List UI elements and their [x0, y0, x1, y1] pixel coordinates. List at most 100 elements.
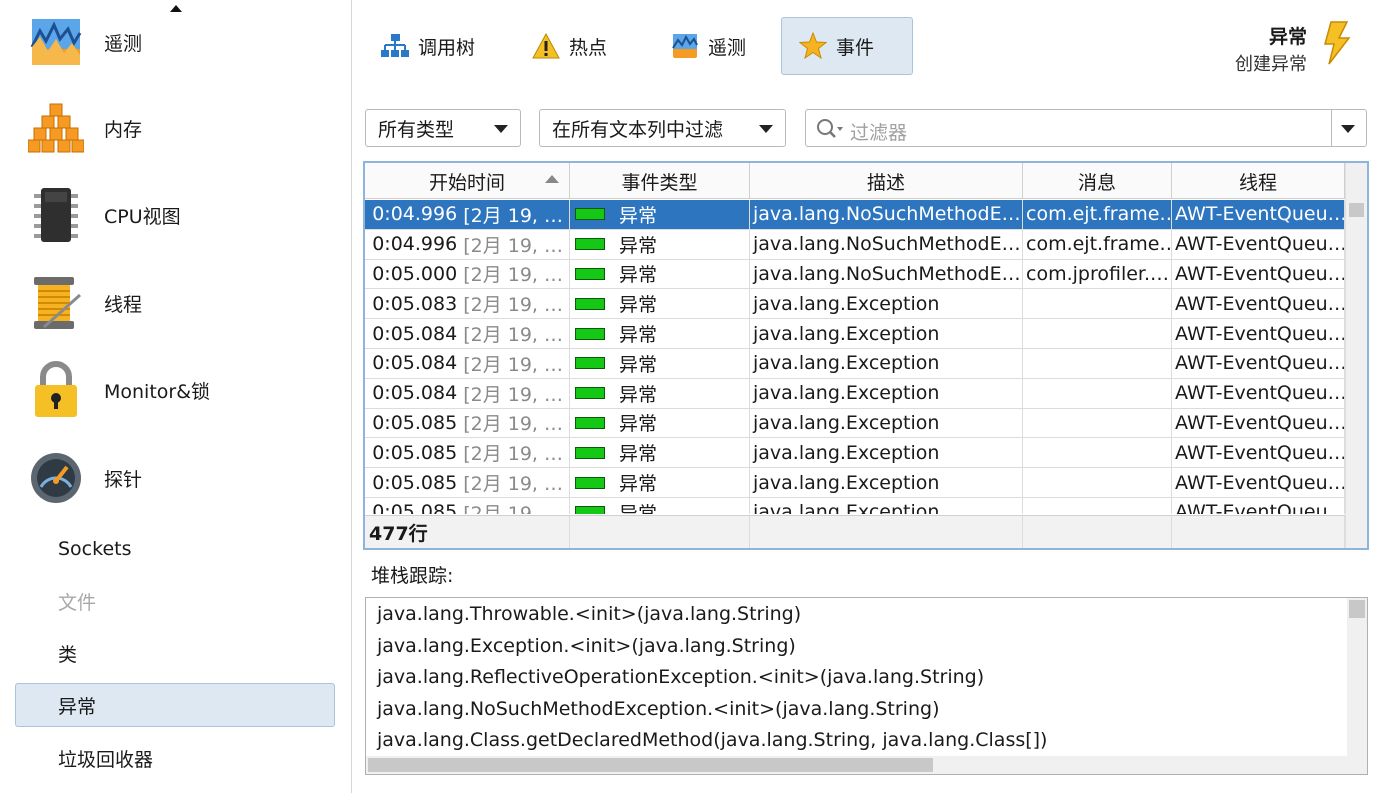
- filter-column-select[interactable]: 在所有文本列中过滤: [539, 109, 786, 147]
- sidebar-item-monitors-locks[interactable]: Monitor&锁: [0, 350, 350, 430]
- sidebar-item-label: 探针: [104, 468, 143, 491]
- event-type-color-swatch: [575, 476, 605, 489]
- cell-date: [2月 19, …: [463, 294, 563, 317]
- stack-trace-panel[interactable]: java.lang.Throwable.<init>(java.lang.Str…: [365, 597, 1368, 775]
- cell-description: java.lang.Exception: [750, 497, 1023, 514]
- cell-description: java.lang.Exception: [750, 289, 1023, 319]
- table-vertical-scrollbar[interactable]: [1345, 163, 1367, 548]
- stack-frame[interactable]: java.lang.Exception.<init>(java.lang.Str…: [377, 635, 796, 657]
- tab-hot-spots[interactable]: 热点: [514, 17, 624, 75]
- cell-thread: AWT-EventQueu…: [1172, 408, 1345, 438]
- scrollbar-thumb[interactable]: [1349, 600, 1365, 618]
- sidebar-item-memory[interactable]: 内存: [0, 88, 350, 168]
- cell-event-type: 异常: [570, 289, 750, 319]
- star-icon: [798, 31, 828, 61]
- cell-time: 0:05.083: [372, 292, 458, 315]
- cell-message: [1023, 408, 1172, 438]
- column-header-description[interactable]: 描述: [750, 163, 1023, 199]
- sidebar-item-cpu[interactable]: CPU视图: [0, 175, 350, 255]
- cell-start-time: 0:05.085 [2月 19, …: [365, 468, 570, 497]
- cell-message: [1023, 348, 1172, 378]
- sidebar-sub-item-exceptions[interactable]: 异常: [15, 683, 335, 727]
- stack-frame[interactable]: java.lang.ReflectiveOperationException.<…: [377, 666, 984, 688]
- cell-date: [2月 19, …: [463, 204, 563, 227]
- tab-label: 调用树: [418, 36, 476, 59]
- tab-label: 事件: [836, 36, 875, 59]
- stack-horizontal-scrollbar[interactable]: [366, 756, 1367, 774]
- filter-placeholder: 过滤器: [850, 122, 908, 144]
- stack-frame[interactable]: java.lang.NoSuchMethodException.<init>(j…: [377, 698, 939, 720]
- tab-call-tree[interactable]: 调用树: [363, 17, 492, 75]
- column-header-message[interactable]: 消息: [1023, 163, 1172, 199]
- table-header: 开始时间 事件类型 描述 消息 线程: [365, 163, 1345, 199]
- event-type-color-swatch: [575, 416, 605, 429]
- chevron-down-icon: [494, 125, 508, 133]
- table-row[interactable]: 0:04.996 [2月 19, … 异常 java.lang.NoSuchMetho…: [365, 229, 1345, 260]
- scrollbar-thumb[interactable]: [1349, 203, 1364, 217]
- scrollbar-thumb[interactable]: [368, 758, 933, 772]
- event-type-select[interactable]: 所有类型: [365, 109, 521, 147]
- sidebar-item-telemetry[interactable]: 遥测: [0, 2, 350, 82]
- sidebar-item-threads[interactable]: 线程: [0, 263, 350, 343]
- cell-event-type: 异常: [570, 497, 750, 514]
- cell-thread: AWT-EventQueu…: [1172, 289, 1345, 319]
- table-row[interactable]: 0:05.084 [2月 19, … 异常 java.lang.Exception AW…: [365, 378, 1345, 409]
- cell-time: 0:05.000: [372, 262, 458, 285]
- sidebar-sub-item-files[interactable]: 文件: [15, 579, 335, 623]
- cell-start-time: 0:05.083 [2月 19, …: [365, 289, 570, 319]
- sidebar: 遥测 内存 CPU视图 线程 Monitor&锁 探针 Sockets 文件 类…: [0, 0, 352, 793]
- tab-telemetry[interactable]: 遥测: [653, 17, 763, 75]
- stack-vertical-scrollbar[interactable]: [1347, 598, 1367, 756]
- padlock-icon: [28, 361, 84, 418]
- cell-time: 0:05.084: [372, 322, 458, 345]
- row-count: 477行: [365, 516, 570, 548]
- table-row[interactable]: 0:05.085 [2月 19, … 异常 java.lang.Exception AW…: [365, 438, 1345, 469]
- tab-label: 热点: [569, 36, 608, 59]
- stack-frame[interactable]: java.lang.Class.getDeclaredMethod(java.l…: [377, 729, 1047, 751]
- sidebar-item-label: CPU视图: [104, 205, 181, 228]
- cell-message: com.jprofiler.…: [1023, 259, 1172, 289]
- lightning-icon: [1319, 20, 1353, 66]
- cell-message: [1023, 438, 1172, 468]
- table-row[interactable]: 0:05.085 [2月 19, … 异常 java.lang.Exception AW…: [365, 497, 1345, 514]
- cell-date: [2月 19, …: [463, 473, 563, 496]
- view-subtitle: 创建异常: [1235, 54, 1307, 75]
- cell-time: 0:05.085: [372, 441, 458, 464]
- cell-message: [1023, 468, 1172, 497]
- sidebar-sub-item-sockets[interactable]: Sockets: [15, 527, 335, 571]
- table-row[interactable]: 0:05.085 [2月 19, … 异常 java.lang.Exception AW…: [365, 468, 1345, 498]
- sidebar-item-probes[interactable]: 探针: [0, 438, 350, 518]
- column-header-event-type[interactable]: 事件类型: [570, 163, 750, 199]
- sort-ascending-icon: [545, 175, 559, 183]
- filter-input[interactable]: 过滤器: [805, 109, 1367, 147]
- cell-time: 0:04.996: [372, 203, 458, 226]
- table-row[interactable]: 0:05.084 [2月 19, … 异常 java.lang.Exception AW…: [365, 319, 1345, 349]
- cell-time: 0:05.085: [372, 501, 458, 514]
- cell-event-type: 异常: [570, 408, 750, 438]
- cell-message: [1023, 378, 1172, 408]
- table-row[interactable]: 0:05.000 [2月 19, … 异常 java.lang.NoSuchMetho…: [365, 259, 1345, 290]
- cell-thread: AWT-EventQueu…: [1172, 259, 1345, 289]
- warning-icon: [531, 31, 561, 61]
- events-table[interactable]: 开始时间 事件类型 描述 消息 线程 0:04.996 [2月 19, … 异常 ja…: [363, 161, 1369, 550]
- table-row[interactable]: 0:05.085 [2月 19, … 异常 java.lang.Exception AW…: [365, 408, 1345, 439]
- sidebar-item-label: 内存: [104, 118, 143, 141]
- column-header-thread[interactable]: 线程: [1172, 163, 1345, 199]
- cell-message: [1023, 289, 1172, 319]
- sidebar-sub-item-gc[interactable]: 垃圾回收器: [15, 736, 335, 780]
- cell-event-type: 异常: [570, 200, 750, 229]
- sidebar-sub-item-classes[interactable]: 类: [15, 631, 335, 675]
- table-row[interactable]: 0:05.083 [2月 19, … 异常 java.lang.Exception AW…: [365, 289, 1345, 320]
- stack-frame[interactable]: java.lang.Throwable.<init>(java.lang.Str…: [377, 603, 801, 625]
- thread-spool-icon: [28, 275, 84, 331]
- cell-time: 0:05.085: [372, 411, 458, 434]
- cell-start-time: 0:05.084 [2月 19, …: [365, 378, 570, 408]
- cell-date: [2月 19, …: [463, 443, 563, 466]
- event-type-color-swatch: [575, 267, 605, 280]
- tab-events[interactable]: 事件: [781, 17, 913, 75]
- table-row[interactable]: 0:05.084 [2月 19, … 异常 java.lang.Exception AW…: [365, 348, 1345, 379]
- column-header-start-time[interactable]: 开始时间: [365, 163, 570, 199]
- table-row[interactable]: 0:04.996 [2月 19, … 异常 java.lang.NoSuchMetho…: [365, 200, 1345, 230]
- chevron-down-icon[interactable]: [1341, 125, 1355, 133]
- sidebar-item-label: 线程: [104, 293, 143, 316]
